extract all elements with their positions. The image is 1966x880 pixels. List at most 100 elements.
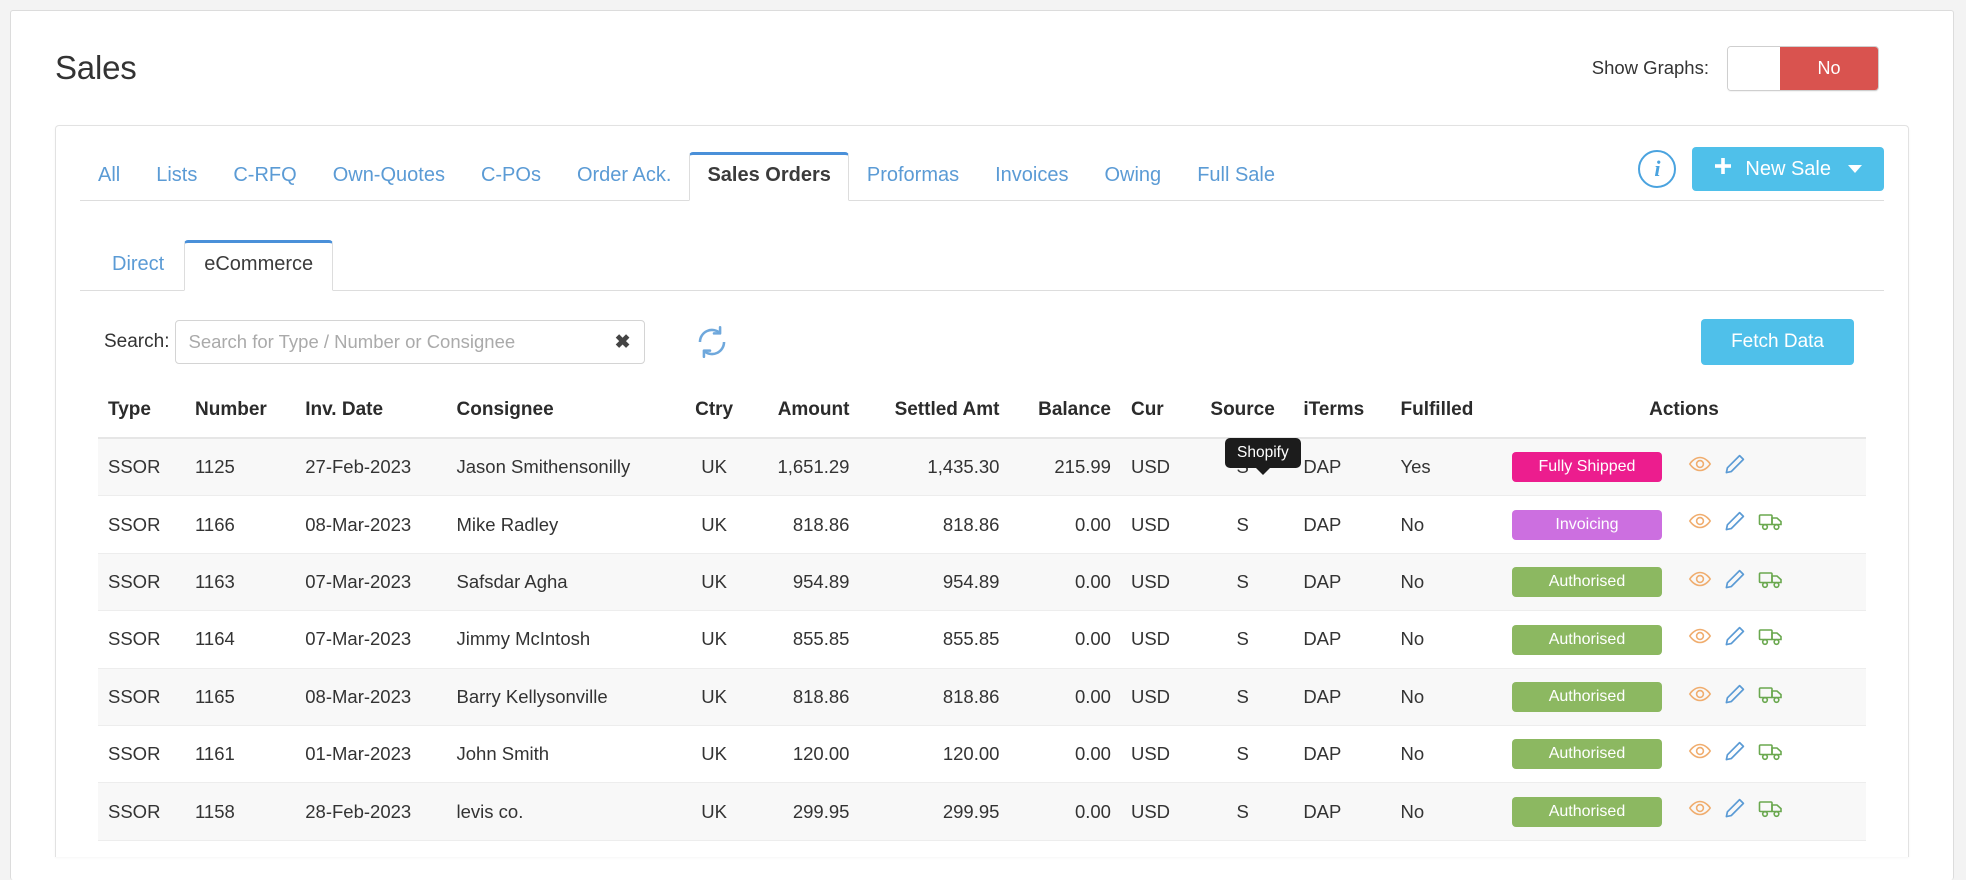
cell-iterms: DAP bbox=[1293, 553, 1391, 612]
status-badge[interactable]: Authorised bbox=[1511, 624, 1662, 655]
cell-cur: USD bbox=[1120, 438, 1192, 497]
eye-icon[interactable] bbox=[1688, 796, 1712, 825]
table-row[interactable]: SSOR 1161 01-Mar-2023 John Smith UK 120.00 120… bbox=[98, 725, 1866, 784]
cell-cur: USD bbox=[1120, 668, 1192, 726]
show-graphs-label: Show Graphs: bbox=[1591, 57, 1709, 78]
cell-inv-date: 01-Mar-2023 bbox=[295, 725, 447, 784]
delivery-truck-icon[interactable] bbox=[1758, 682, 1784, 711]
sales-card: All Lists C-RFQ Own-Quotes C-POs Order A… bbox=[55, 125, 1909, 857]
status-badge[interactable]: Authorised bbox=[1511, 739, 1662, 770]
table-header-row: Type Number Inv. Date Consignee Ctry Amo… bbox=[98, 391, 1866, 439]
fetch-data-button[interactable]: Fetch Data bbox=[1701, 319, 1854, 365]
new-sale-button[interactable]: New Sale bbox=[1692, 147, 1884, 191]
tab-invoices[interactable]: Invoices bbox=[977, 152, 1086, 201]
cell-number: 1166 bbox=[185, 495, 296, 554]
eye-icon[interactable] bbox=[1688, 624, 1712, 653]
status-badge[interactable]: Authorised bbox=[1511, 796, 1662, 827]
cell-iterms: DAP bbox=[1293, 495, 1391, 554]
delivery-truck-icon[interactable] bbox=[1758, 739, 1784, 768]
tab-order-ack[interactable]: Order Ack. bbox=[559, 152, 689, 201]
cell-iterms: DAP bbox=[1293, 668, 1391, 726]
table-row[interactable]: SSOR 1125 27-Feb-2023 Jason Smithensonilly U… bbox=[98, 438, 1866, 497]
col-settled-amt: Settled Amt bbox=[859, 391, 1010, 439]
cell-type: SSOR bbox=[98, 610, 185, 669]
delivery-truck-icon[interactable] bbox=[1758, 796, 1784, 825]
pencil-icon[interactable] bbox=[1723, 452, 1747, 481]
cell-fulfilled: No bbox=[1390, 668, 1502, 726]
tab-sales-orders[interactable]: Sales Orders bbox=[689, 152, 849, 201]
tab-proformas[interactable]: Proformas bbox=[849, 152, 977, 201]
tab-owing[interactable]: Owing bbox=[1086, 152, 1179, 201]
eye-icon[interactable] bbox=[1688, 739, 1712, 768]
table-row[interactable]: SSOR 1164 07-Mar-2023 Jimmy McIntosh UK 855.8… bbox=[98, 610, 1866, 669]
show-graphs-toggle[interactable]: No bbox=[1727, 45, 1879, 91]
delivery-truck-icon[interactable] bbox=[1758, 567, 1784, 596]
cell-cur: USD bbox=[1120, 782, 1192, 841]
cell-amount: 855.85 bbox=[748, 610, 860, 669]
table-head: Type Number Inv. Date Consignee Ctry Amo… bbox=[98, 391, 1866, 439]
status-badge[interactable]: Authorised bbox=[1511, 681, 1662, 712]
cell-iterms: DAP bbox=[1293, 610, 1391, 669]
col-source: Source bbox=[1191, 391, 1294, 439]
col-fulfilled: Fulfilled bbox=[1390, 391, 1502, 439]
table-row[interactable]: SSOR 1166 08-Mar-2023 Mike Radley UK 818.86 81… bbox=[98, 495, 1866, 554]
cell-fulfilled: No bbox=[1390, 725, 1502, 784]
tab-own-quotes[interactable]: Own-Quotes bbox=[315, 152, 463, 201]
cell-number: 1125 bbox=[185, 438, 296, 497]
cell-consignee: Barry Kellysonville bbox=[446, 668, 680, 726]
delivery-truck-icon[interactable] bbox=[1758, 509, 1784, 538]
cell-type: SSOR bbox=[98, 553, 185, 612]
cell-inv-date: 08-Mar-2023 bbox=[295, 668, 447, 726]
eye-icon[interactable] bbox=[1688, 452, 1712, 481]
cell-inv-date: 27-Feb-2023 bbox=[295, 438, 447, 497]
orders-table: Type Number Inv. Date Consignee Ctry Amo… bbox=[98, 391, 1866, 841]
tab-all[interactable]: All bbox=[80, 152, 138, 201]
refresh-icon[interactable] bbox=[695, 325, 729, 359]
cell-fulfilled: No bbox=[1390, 553, 1502, 612]
pencil-icon[interactable] bbox=[1723, 682, 1747, 711]
table-row[interactable]: SSOR 1163 07-Mar-2023 Safsdar Agha UK 954.89 9… bbox=[98, 553, 1866, 612]
main-tab-bar: All Lists C-RFQ Own-Quotes C-POs Order A… bbox=[80, 147, 1884, 201]
status-badge[interactable]: Fully Shipped bbox=[1511, 452, 1662, 483]
pencil-icon[interactable] bbox=[1723, 796, 1747, 825]
cell-settled-amt: 1,435.30 bbox=[859, 438, 1010, 497]
cell-actions: Authorised bbox=[1501, 782, 1866, 841]
pencil-icon[interactable] bbox=[1723, 739, 1747, 768]
cell-cur: USD bbox=[1120, 725, 1192, 784]
status-badge[interactable]: Invoicing bbox=[1511, 509, 1662, 540]
cell-number: 1158 bbox=[185, 782, 296, 841]
col-amount: Amount bbox=[748, 391, 860, 439]
subtab-direct[interactable]: Direct bbox=[92, 240, 184, 291]
status-badge[interactable]: Authorised bbox=[1511, 567, 1662, 598]
search-input[interactable] bbox=[176, 331, 645, 353]
eye-icon[interactable] bbox=[1688, 567, 1712, 596]
pencil-icon[interactable] bbox=[1723, 509, 1747, 538]
pencil-icon[interactable] bbox=[1723, 624, 1747, 653]
table-row[interactable]: SSOR 1158 28-Feb-2023 levis co. UK 299.95 299.… bbox=[98, 782, 1866, 841]
info-circle-icon[interactable]: i bbox=[1638, 150, 1677, 188]
eye-icon[interactable] bbox=[1688, 682, 1712, 711]
col-iterms: iTerms bbox=[1293, 391, 1391, 439]
cell-cur: USD bbox=[1120, 553, 1192, 612]
cell-type: SSOR bbox=[98, 725, 185, 784]
subtab-ecommerce[interactable]: eCommerce bbox=[184, 240, 334, 291]
eye-icon[interactable] bbox=[1688, 509, 1712, 538]
cell-inv-date: 28-Feb-2023 bbox=[295, 782, 447, 841]
cell-source: S bbox=[1191, 495, 1294, 554]
row-action-icons bbox=[1688, 454, 1758, 475]
tab-lists[interactable]: Lists bbox=[138, 152, 215, 201]
cell-number: 1165 bbox=[185, 668, 296, 726]
tab-full-sale[interactable]: Full Sale bbox=[1179, 152, 1293, 201]
tab-c-pos[interactable]: C-POs bbox=[463, 152, 559, 201]
page-title: Sales bbox=[55, 49, 137, 86]
cell-settled-amt: 954.89 bbox=[859, 553, 1010, 612]
cell-actions: Authorised bbox=[1501, 668, 1866, 726]
tab-c-rfq[interactable]: C-RFQ bbox=[215, 152, 314, 201]
main-tabs: All Lists C-RFQ Own-Quotes C-POs Order A… bbox=[80, 148, 1293, 201]
delivery-truck-icon[interactable] bbox=[1758, 624, 1784, 653]
pencil-icon[interactable] bbox=[1723, 567, 1747, 596]
table-row[interactable]: SSOR 1165 08-Mar-2023 Barry Kellysonville UK… bbox=[98, 668, 1866, 726]
close-icon[interactable]: ✖ bbox=[615, 333, 631, 352]
cell-type: SSOR bbox=[98, 438, 185, 497]
cell-inv-date: 08-Mar-2023 bbox=[295, 495, 447, 554]
